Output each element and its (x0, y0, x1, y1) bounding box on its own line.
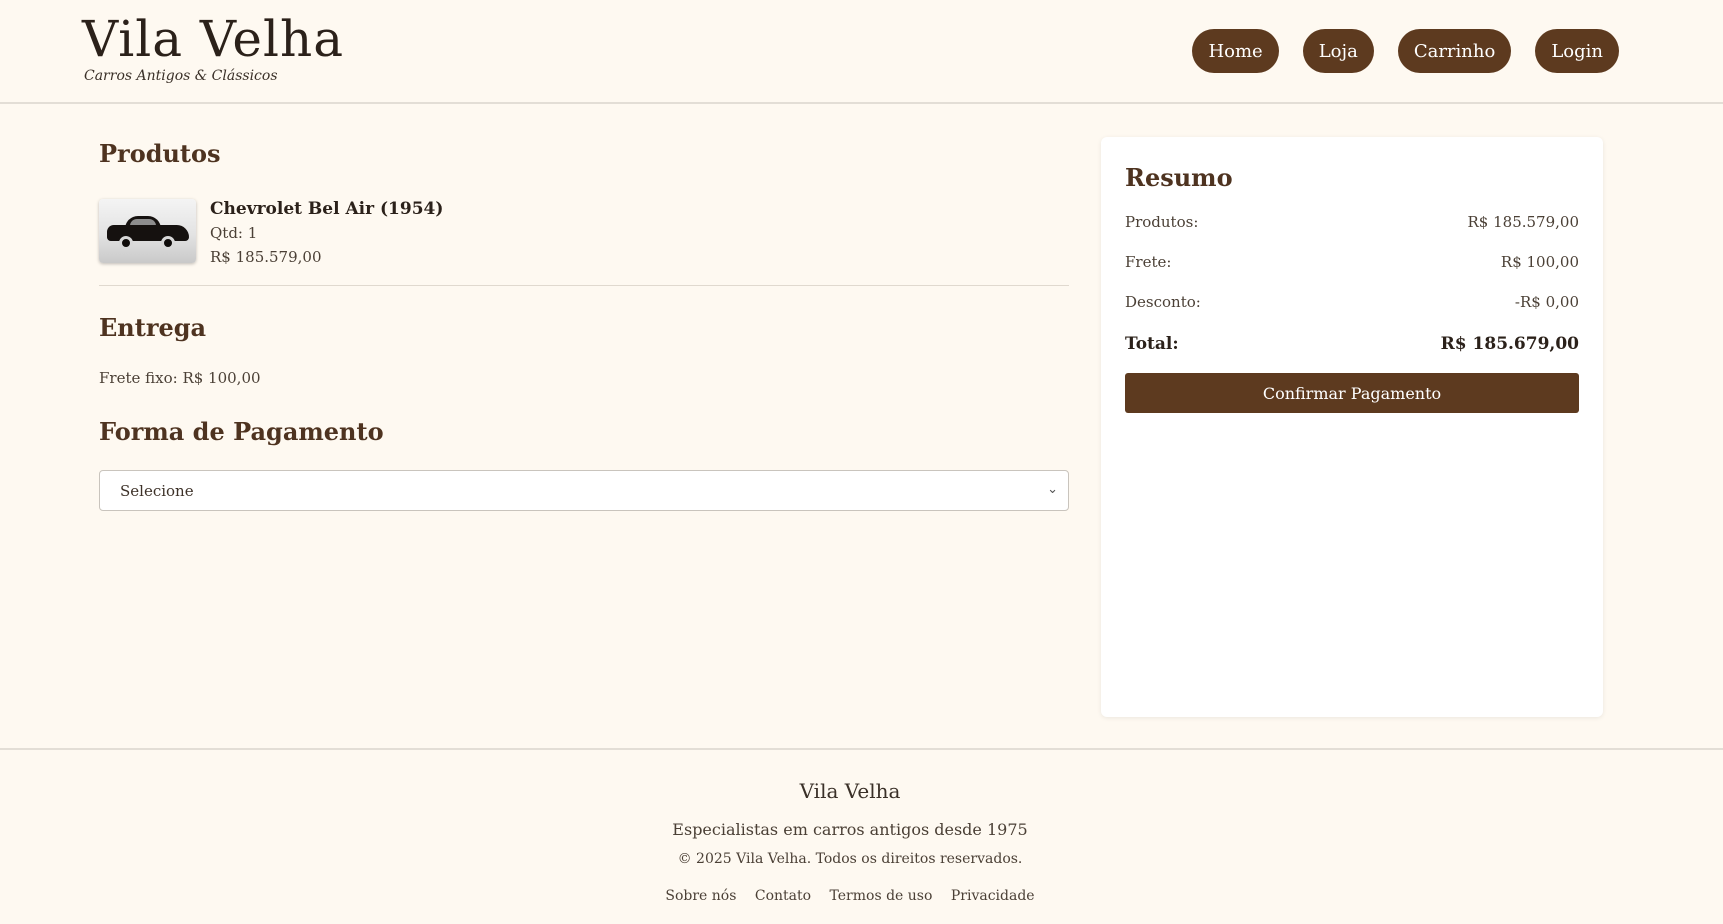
chevron-down-icon: ⌄ (1047, 482, 1058, 497)
shipping-info: Frete fixo: R$ 100,00 (99, 369, 261, 387)
brand-tagline: Carros Antigos & Clássicos (84, 68, 278, 84)
footer-links: Sobre nós Contato Termos de uso Privacid… (0, 888, 1700, 904)
footer-link-termos[interactable]: Termos de uso (830, 888, 933, 904)
payment-select-value: Selecione (120, 482, 194, 500)
nav-carrinho-button[interactable]: Carrinho (1397, 29, 1512, 73)
footer-copyright: © 2025 Vila Velha. Todos os direitos res… (677, 851, 1023, 867)
confirm-payment-button[interactable]: Confirmar Pagamento (1125, 373, 1579, 413)
products-heading: Produtos (99, 139, 221, 168)
product-name: Chevrolet Bel Air (1954) (210, 199, 444, 219)
summary-value: -R$ 0,00 (1514, 293, 1579, 311)
nav-home-button[interactable]: Home (1192, 29, 1279, 73)
car-wheel-rear (161, 236, 175, 250)
footer-link-contato[interactable]: Contato (755, 888, 811, 904)
order-summary-card: Resumo Produtos: R$ 185.579,00 Frete: R$… (1101, 137, 1603, 717)
section-divider (99, 285, 1069, 286)
product-thumbnail (99, 199, 196, 263)
summary-label: Produtos: (1125, 213, 1199, 231)
product-price: R$ 185.579,00 (210, 248, 322, 266)
product-quantity: Qtd: 1 (210, 224, 258, 242)
footer-link-privacidade[interactable]: Privacidade (951, 888, 1035, 904)
delivery-heading: Entrega (99, 313, 207, 342)
nav-loja-button[interactable]: Loja (1302, 29, 1374, 73)
total-label: Total: (1125, 334, 1179, 354)
footer-link-sobre[interactable]: Sobre nós (665, 888, 736, 904)
footer-tagline: Especialistas em carros antigos desde 19… (672, 820, 1028, 839)
payment-method-select[interactable]: Selecione ⌄ (99, 470, 1069, 511)
total-value: R$ 185.679,00 (1440, 334, 1579, 354)
summary-value: R$ 100,00 (1500, 253, 1579, 271)
main-nav: Home Loja Carrinho Login (1192, 29, 1619, 73)
summary-label: Frete: (1125, 253, 1172, 271)
footer-brand: Vila Velha (799, 779, 901, 803)
payment-heading: Forma de Pagamento (99, 417, 384, 446)
nav-login-button[interactable]: Login (1535, 29, 1619, 73)
car-wheel-front (119, 236, 133, 250)
summary-heading: Resumo (1125, 163, 1233, 192)
summary-value: R$ 185.579,00 (1467, 213, 1580, 231)
brand-logo[interactable]: Vila Velha (82, 10, 344, 68)
site-header: Vila Velha Carros Antigos & Clássicos Ho… (0, 0, 1723, 104)
site-footer: Vila Velha Especialistas em carros antig… (0, 748, 1723, 924)
summary-label: Desconto: (1125, 293, 1201, 311)
